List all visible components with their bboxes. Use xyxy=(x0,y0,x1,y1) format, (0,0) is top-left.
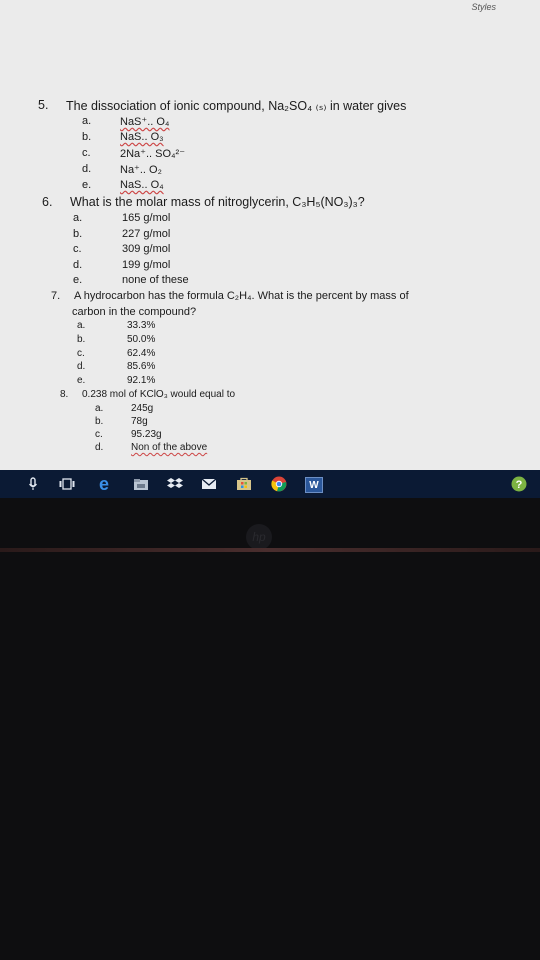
q7-c-label: c. xyxy=(77,348,85,359)
q6-e-value: none of these xyxy=(122,274,189,286)
q6-e-label: e. xyxy=(73,274,83,286)
q6-number: 6. xyxy=(42,195,53,209)
edge-browser-icon[interactable]: e xyxy=(95,474,113,494)
task-view-icon[interactable] xyxy=(58,475,76,493)
laptop-bezel: hp xyxy=(0,498,540,960)
q6-b-label: b. xyxy=(73,228,83,240)
document-screen: Styles 5. The dissociation of ionic comp… xyxy=(0,0,540,470)
q6-b-value: 227 g/mol xyxy=(122,228,171,240)
help-icon[interactable]: ? xyxy=(510,475,528,493)
chrome-icon[interactable] xyxy=(270,475,288,493)
q8-number: 8. xyxy=(60,389,69,400)
q7-text-line1: A hydrocarbon has the formula C₂H₄. What… xyxy=(74,290,409,302)
q7-b-value: 50.0% xyxy=(127,334,156,345)
q5-d-label: d. xyxy=(82,163,92,175)
q8-c-label: c. xyxy=(95,429,103,440)
q8-b-label: b. xyxy=(95,416,104,427)
dropbox-icon[interactable] xyxy=(166,475,184,493)
file-explorer-icon[interactable] xyxy=(132,475,150,493)
store-icon[interactable] xyxy=(235,475,253,493)
q8-b-value: 78g xyxy=(131,416,148,427)
laptop-hinge xyxy=(0,548,540,552)
q7-text-line2: carbon in the compound? xyxy=(72,306,197,318)
q6-d-label: d. xyxy=(73,259,83,271)
svg-text:?: ? xyxy=(516,479,523,491)
q7-a-value: 33.3% xyxy=(127,320,156,331)
styles-label[interactable]: Styles xyxy=(471,2,496,12)
q5-number: 5. xyxy=(38,98,49,112)
q5-b-label: b. xyxy=(82,131,92,143)
q5-c-value: 2Na⁺.. SO₄²⁻ xyxy=(120,148,186,160)
q7-b-label: b. xyxy=(77,334,86,345)
q5-e-value: NaS.. O₄ xyxy=(120,179,164,191)
q8-d-value: Non of the above xyxy=(131,442,208,453)
taskbar: e W ? xyxy=(0,470,540,498)
q5-b-value: NaS.. O₃ xyxy=(120,131,164,143)
q6-d-value: 199 g/mol xyxy=(122,259,171,271)
q5-a-value: NaS⁺.. O₄ xyxy=(120,116,170,128)
q6-text: What is the molar mass of nitroglycerin,… xyxy=(70,195,365,209)
q5-a-label: a. xyxy=(82,115,92,127)
q8-d-label: d. xyxy=(95,442,104,453)
q8-a-value: 245g xyxy=(131,403,154,414)
q6-a-value: 165 g/mol xyxy=(122,212,171,224)
q6-c-value: 309 g/mol xyxy=(122,243,171,255)
q7-e-value: 92.1% xyxy=(127,375,156,386)
q8-a-label: a. xyxy=(95,403,104,414)
q8-c-value: 95.23g xyxy=(131,429,162,440)
q7-c-value: 62.4% xyxy=(127,348,156,359)
q6-c-label: c. xyxy=(73,243,82,255)
word-icon[interactable]: W xyxy=(305,477,323,493)
q7-a-label: a. xyxy=(77,320,86,331)
hp-logo: hp xyxy=(246,524,272,550)
mail-icon[interactable] xyxy=(200,475,218,493)
q5-d-value: Na⁺.. O₂ xyxy=(120,164,162,176)
q5-text: The dissociation of ionic compound, Na₂S… xyxy=(66,99,407,113)
microphone-icon[interactable] xyxy=(24,475,42,493)
q7-number: 7. xyxy=(51,290,61,302)
q7-d-label: d. xyxy=(77,361,86,372)
q8-text: 0.238 mol of KClO₃ would equal to xyxy=(82,389,236,400)
q5-e-label: e. xyxy=(82,179,92,191)
q7-e-label: e. xyxy=(77,375,86,386)
q6-a-label: a. xyxy=(73,212,83,224)
q5-c-label: c. xyxy=(82,147,91,159)
q7-d-value: 85.6% xyxy=(127,361,156,372)
